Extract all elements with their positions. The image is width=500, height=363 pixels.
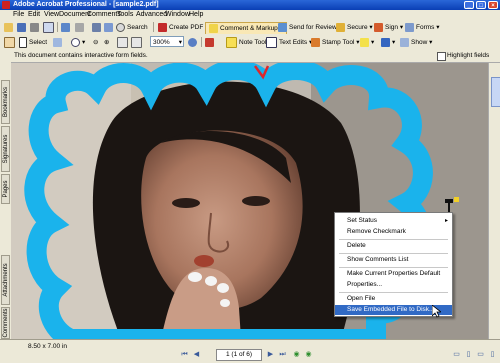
tools-toolbar: Select ▾ ⊖ ⊕ 300% ▾ Note Tool Text Edits … — [0, 34, 500, 51]
title-bar: Adobe Acrobat Professional - [sample2.pd… — [0, 0, 500, 10]
tab-bookmarks[interactable]: Bookmarks — [1, 80, 10, 124]
open-icon[interactable] — [4, 22, 15, 33]
menu-view[interactable]: View — [44, 11, 59, 18]
menu-item-show-comments-list[interactable]: Show Comments List — [335, 255, 452, 265]
text-edit-icon — [266, 37, 277, 48]
hand-tool-icon[interactable] — [4, 37, 17, 48]
create-pdf-icon — [158, 22, 167, 32]
drawing-tool-icon[interactable]: ▾ — [381, 37, 395, 48]
single-page-layout-icon[interactable]: ▭ — [452, 350, 461, 359]
lock-icon — [336, 22, 345, 32]
menu-bar: File Edit View Document Comments Tools A… — [0, 10, 500, 20]
zoom-in-icon[interactable]: ▾ — [71, 37, 85, 48]
tab-attachments[interactable]: Attachments — [1, 255, 10, 305]
window-title: Adobe Acrobat Professional - [sample2.pd… — [13, 1, 159, 8]
stamp-tool-button[interactable]: Stamp Tool ▾ — [311, 37, 359, 48]
send-for-review-button[interactable]: Send for Review ▾ — [278, 22, 342, 33]
continuous-layout-icon[interactable]: ▯ — [464, 350, 473, 359]
go-forward-icon[interactable]: ◉ — [304, 350, 313, 359]
highlight-fields-checkbox[interactable] — [437, 52, 446, 61]
menu-comments[interactable]: Comments — [87, 11, 121, 18]
page-number-field[interactable]: 1 (1 of 6) — [216, 349, 262, 361]
first-page-icon[interactable]: ⏮ — [180, 350, 189, 359]
close-button[interactable]: × — [488, 1, 498, 9]
search-icon — [116, 22, 125, 32]
email-icon[interactable] — [43, 22, 56, 33]
menu-window[interactable]: Window — [165, 11, 190, 18]
select-button[interactable]: Select — [19, 37, 47, 48]
tab-signatures[interactable]: Signatures — [1, 126, 10, 172]
file-toolbar: Search Create PDF Comment & Markup ▾ Sen… — [0, 20, 500, 35]
menu-help[interactable]: Help — [189, 11, 203, 18]
show-icon — [400, 37, 409, 47]
context-menu: Set Status ▸ Remove Checkmark Delete Show… — [334, 212, 453, 317]
secure-button[interactable]: Secure ▾ — [336, 22, 373, 33]
note-tool-button[interactable]: Note Tool — [226, 37, 266, 48]
undo-icon[interactable] — [104, 22, 115, 33]
save-icon[interactable] — [17, 22, 28, 33]
menu-item-delete[interactable]: Delete — [335, 241, 452, 251]
highlight-fields-label: Highlight fields — [447, 52, 490, 59]
facing-layout-icon[interactable]: ▭ — [476, 350, 485, 359]
print-icon[interactable] — [30, 22, 41, 33]
menu-tools[interactable]: Tools — [117, 11, 133, 18]
menu-edit[interactable]: Edit — [28, 11, 40, 18]
menu-file[interactable]: File — [13, 11, 24, 18]
page-size-label: 8.50 x 7.00 in — [28, 343, 68, 350]
form-fields-message: This document contains interactive form … — [14, 52, 148, 59]
menu-item-remove-checkmark[interactable]: Remove Checkmark — [335, 227, 452, 237]
acrobat-app-icon — [2, 1, 10, 9]
fit-width-icon[interactable] — [131, 37, 144, 48]
paperclip-icon[interactable] — [92, 22, 103, 33]
forms-icon — [405, 22, 414, 32]
search-button[interactable]: Search — [116, 22, 148, 33]
note-icon — [226, 37, 237, 48]
zoom-out-button[interactable]: ⊖ — [93, 37, 98, 48]
vertical-scrollbar[interactable] — [488, 63, 500, 339]
mouse-cursor-icon — [432, 305, 441, 318]
organizer-icon[interactable] — [61, 22, 72, 33]
document-message-bar: This document contains interactive form … — [11, 50, 500, 63]
attach-icon[interactable] — [75, 22, 86, 33]
review-icon — [278, 22, 287, 32]
continuous-facing-layout-icon[interactable]: ▯ — [488, 350, 497, 359]
tab-pages[interactable]: Pages — [1, 174, 10, 204]
menu-advanced[interactable]: Advanced — [136, 11, 167, 18]
menu-item-make-default[interactable]: Make Current Properties Default — [335, 269, 452, 279]
typewriter-icon[interactable] — [205, 37, 216, 48]
maximize-button[interactable]: □ — [476, 1, 486, 9]
stamp-icon — [311, 37, 320, 47]
highlight-tool-icon[interactable]: ▾ — [360, 37, 374, 48]
show-button[interactable]: Show ▾ — [400, 37, 432, 48]
snapshot-icon[interactable] — [53, 37, 64, 48]
create-pdf-button[interactable]: Create PDF — [158, 22, 203, 33]
menu-item-set-status[interactable]: Set Status ▸ — [335, 216, 452, 226]
status-bar: 8.50 x 7.00 in ⏮ ◀ 1 (1 of 6) ▶ ⏭ ◉ ◉ ▭ … — [0, 339, 500, 363]
forms-button[interactable]: Forms ▾ — [405, 22, 440, 33]
sign-button[interactable]: Sign ▾ — [374, 22, 403, 33]
text-edits-button[interactable]: Text Edits ▾ — [266, 37, 312, 48]
go-back-icon[interactable]: ◉ — [292, 350, 301, 359]
next-page-icon[interactable]: ▶ — [266, 350, 275, 359]
last-page-icon[interactable]: ⏭ — [278, 350, 287, 359]
minimize-button[interactable]: _ — [464, 1, 474, 9]
comment-icon — [209, 23, 218, 33]
scrollbar-thumb[interactable] — [491, 77, 500, 107]
pen-icon — [374, 22, 383, 32]
menu-item-open-file[interactable]: Open File — [335, 294, 452, 304]
zoom-select[interactable]: 300% ▾ — [150, 36, 184, 47]
cursor-icon — [19, 37, 27, 48]
previous-page-icon[interactable]: ◀ — [192, 350, 201, 359]
help-icon[interactable] — [188, 37, 199, 48]
tab-comments[interactable]: Comments — [1, 307, 10, 339]
fit-page-icon[interactable] — [117, 37, 130, 48]
zoom-in-button[interactable]: ⊕ — [104, 37, 109, 48]
menu-item-properties[interactable]: Properties... — [335, 280, 452, 290]
